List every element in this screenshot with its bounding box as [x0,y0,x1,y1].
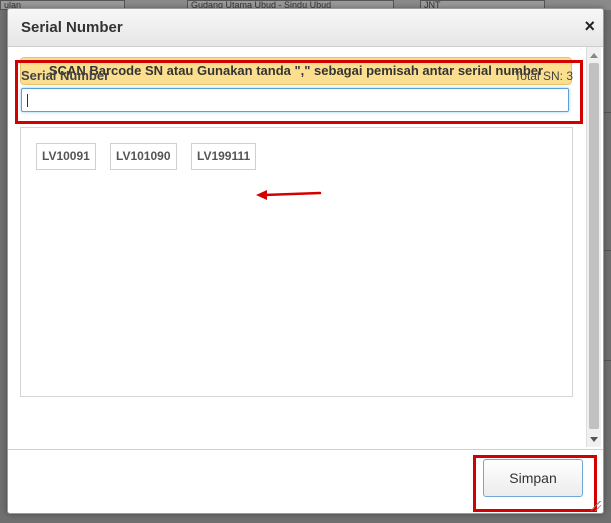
serial-number-tag[interactable]: LV10091 [36,143,96,170]
modal-header: Serial Number × [8,9,603,47]
serial-number-label: Serial Number [21,68,110,83]
footer-divider [8,449,603,450]
serial-number-tag[interactable]: LV101090 [110,143,177,170]
serial-number-modal: Serial Number × SCAN Barcode SN atau Gun… [7,8,604,514]
save-button[interactable]: Simpan [483,459,583,497]
scroll-down-icon[interactable] [590,437,598,442]
serial-number-list: LV10091 LV101090 LV199111 [20,127,573,397]
total-sn-count: Total SN: 3 [514,69,573,83]
modal-scrollbar[interactable] [586,47,601,447]
serial-number-input[interactable] [21,88,569,112]
annotation-arrow-icon [256,190,322,200]
close-icon[interactable]: × [584,16,595,36]
text-cursor [27,94,28,107]
scrollbar-thumb[interactable] [589,63,599,429]
scroll-up-icon[interactable] [590,53,598,58]
modal-title: Serial Number [21,19,123,36]
resize-grip-icon[interactable] [591,501,601,511]
serial-number-tag[interactable]: LV199111 [191,143,257,170]
